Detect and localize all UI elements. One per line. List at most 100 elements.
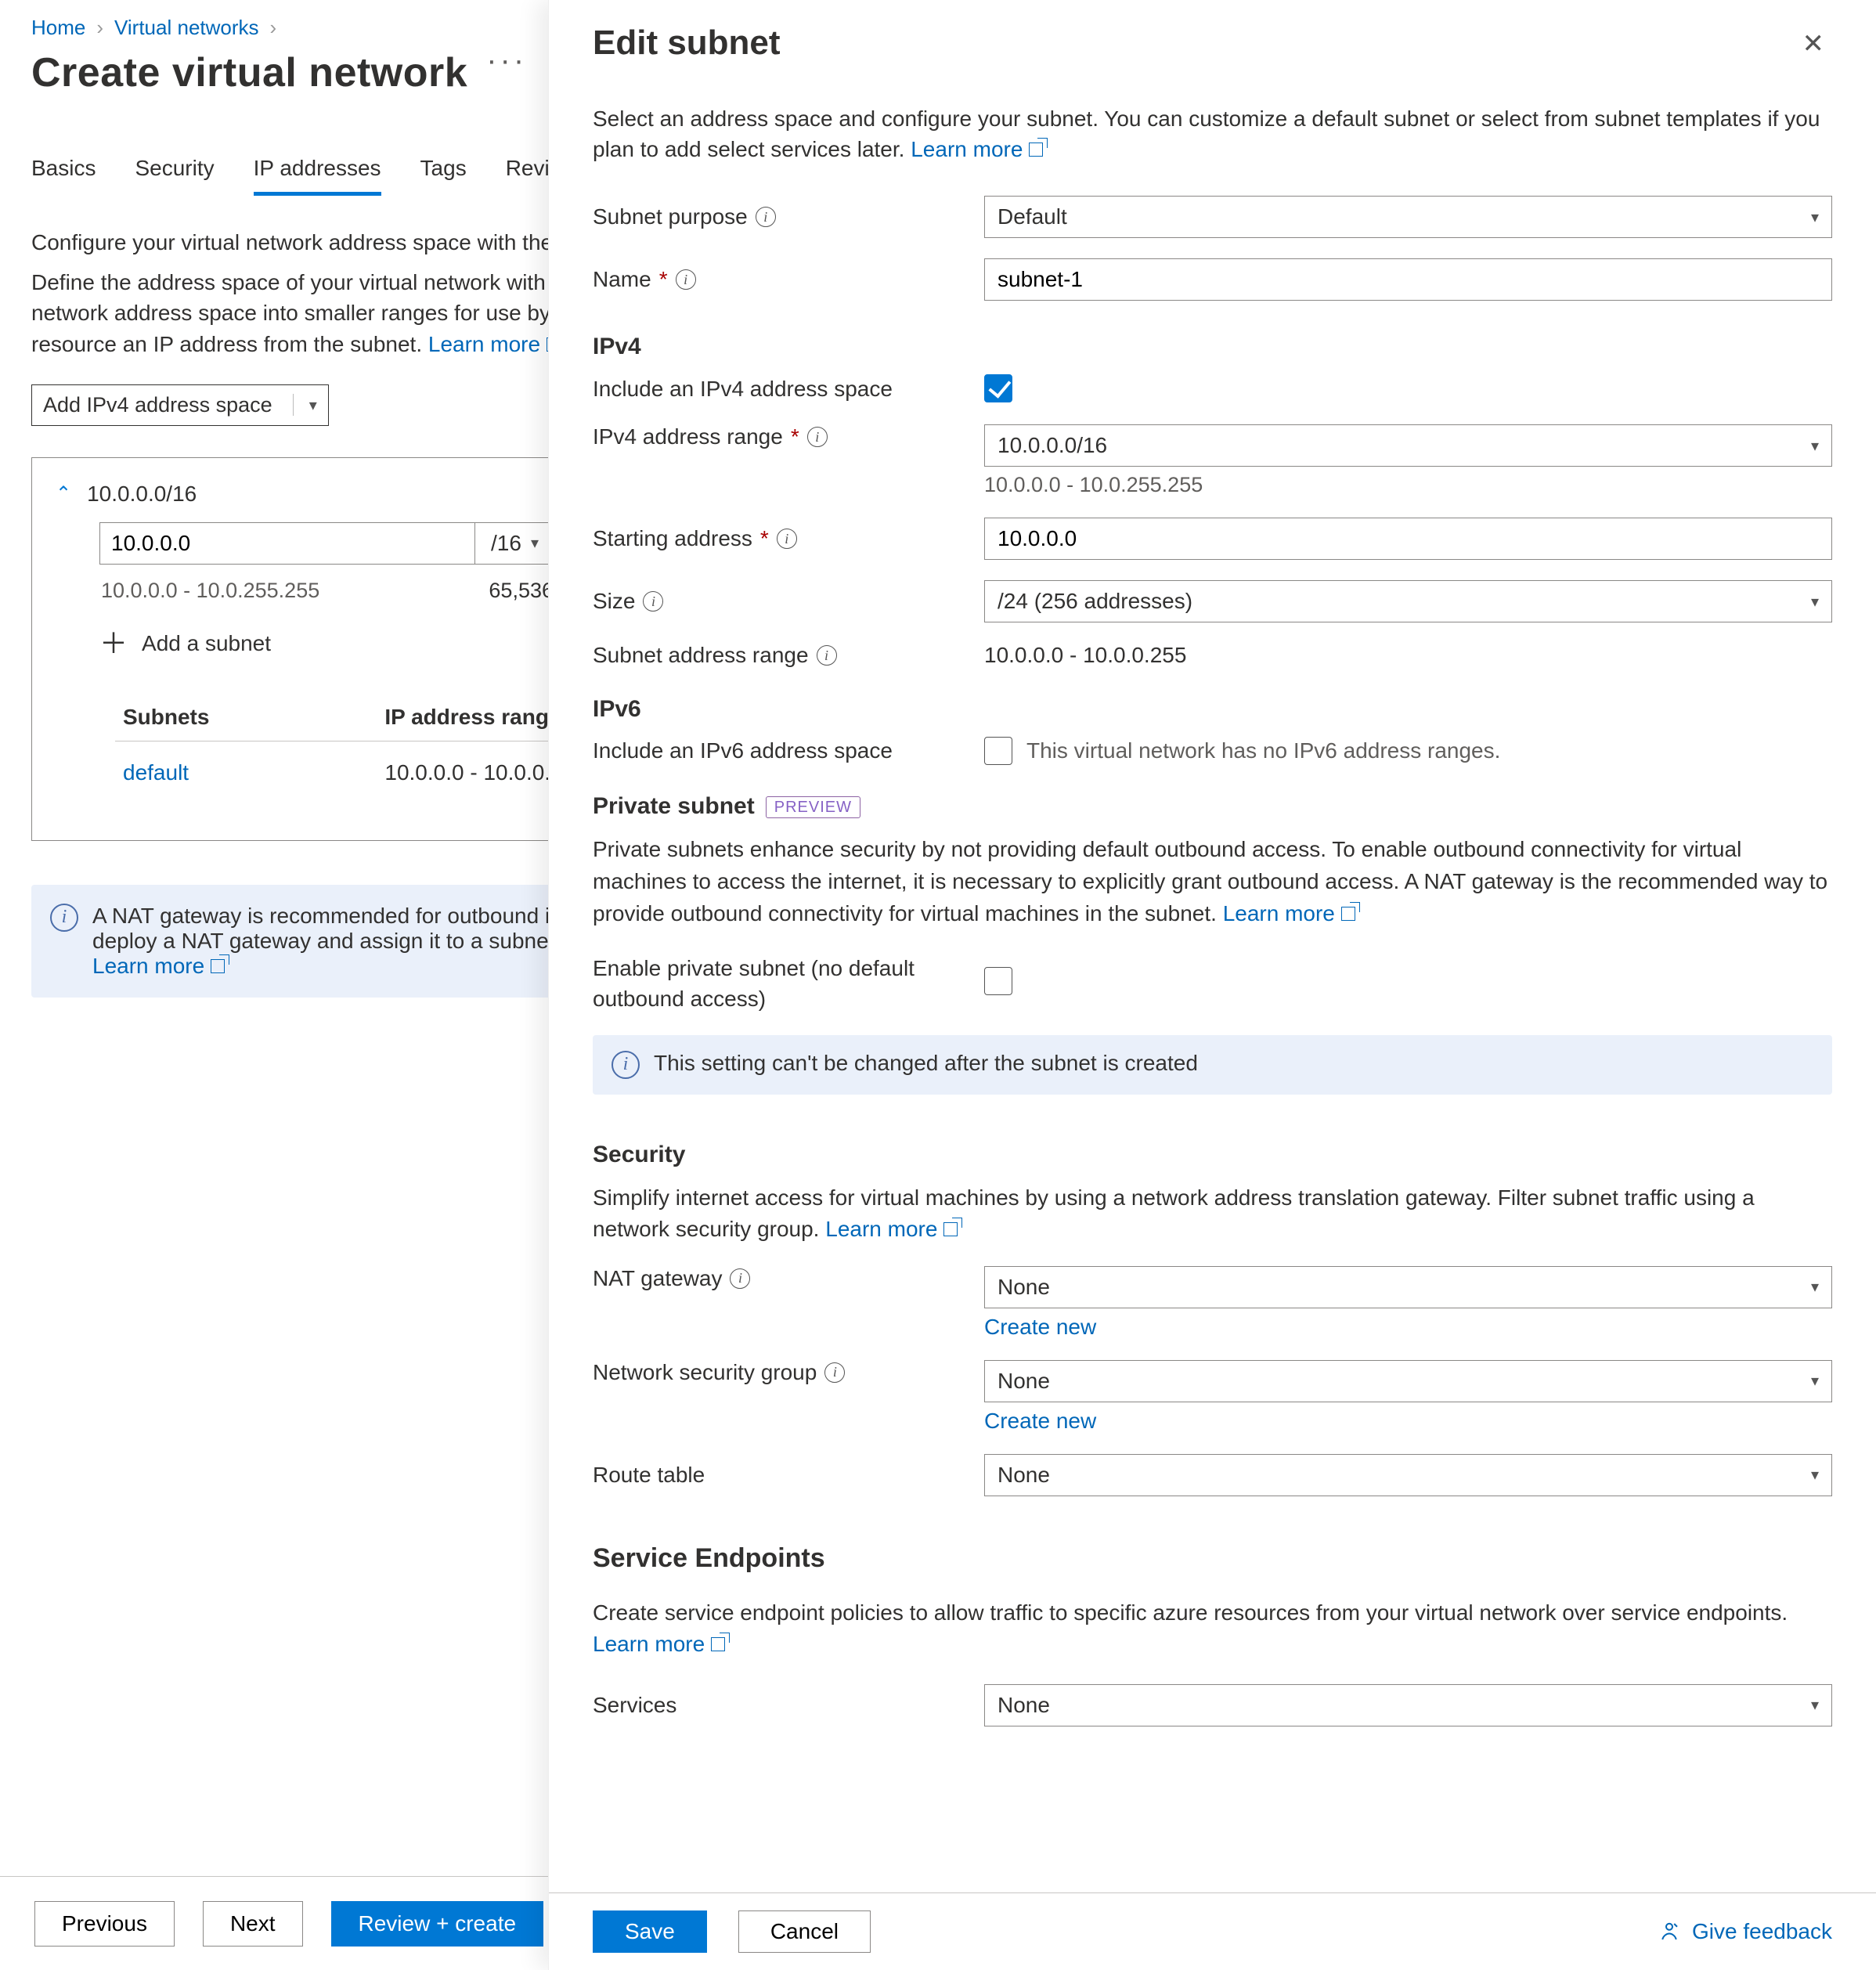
nsg-select[interactable]: None▾ [984,1360,1832,1402]
ipv6-hint: This virtual network has no IPv6 address… [1026,738,1500,763]
chevron-down-icon: ▾ [1811,436,1819,456]
feedback-icon [1658,1920,1681,1943]
private-subnet-heading: Private subnetPREVIEW [593,793,1832,820]
learn-more-link[interactable]: Learn more [92,954,228,978]
chevron-down-icon: ▾ [1811,1695,1819,1715]
add-ipv4-space-label: Add IPv4 address space [43,393,272,417]
prefix-value: /16 [491,531,521,556]
learn-more-link[interactable]: Learn more [428,332,564,356]
address-space-ip-input[interactable] [99,522,475,565]
name-input[interactable] [984,258,1832,301]
preview-badge: PREVIEW [766,796,860,818]
starting-address-label: Starting address [593,526,752,551]
info-icon[interactable]: i [817,645,837,666]
external-link-icon [211,956,228,973]
include-ipv4-label: Include an IPv4 address space [593,377,893,402]
cancel-button[interactable]: Cancel [738,1910,871,1953]
chevron-down-icon: ▾ [1811,1371,1819,1391]
more-icon[interactable]: ··· [486,54,527,87]
previous-button[interactable]: Previous [34,1901,175,1947]
learn-more-link[interactable]: Learn more [593,1632,728,1656]
info-icon[interactable]: i [756,207,776,227]
size-label: Size [593,589,635,614]
chevron-up-icon[interactable]: ⌃ [56,482,71,505]
learn-more-link[interactable]: Learn more [825,1217,961,1241]
include-ipv6-checkbox[interactable] [984,737,1012,765]
next-button[interactable]: Next [203,1901,303,1947]
give-feedback-link[interactable]: Give feedback [1658,1919,1832,1944]
info-icon[interactable]: i [643,591,663,612]
chevron-down-icon[interactable]: ▾ [309,395,317,415]
page-title: Create virtual network [31,49,467,96]
blade-footer: Save Cancel Give feedback [549,1892,1876,1970]
chevron-down-icon: ▾ [1811,207,1819,227]
learn-more-link[interactable]: Learn more [1223,901,1358,925]
size-select[interactable]: /24 (256 addresses)▾ [984,580,1832,622]
nat-create-new-link[interactable]: Create new [984,1315,1832,1340]
subnet-range-label: Subnet address range [593,643,809,668]
security-heading: Security [593,1142,1832,1168]
close-icon[interactable]: ✕ [1795,23,1833,64]
enable-private-checkbox[interactable] [984,967,1012,995]
ipv4-range-label: IPv4 address range [593,424,783,449]
nsg-label: Network security group [593,1360,817,1385]
info-icon[interactable]: i [824,1362,845,1383]
subnet-purpose-label: Subnet purpose [593,204,748,229]
service-endpoints-heading: Service Endpoints [593,1543,1832,1574]
ipv6-heading: IPv6 [593,696,1832,723]
info-icon[interactable]: i [730,1268,750,1289]
services-select[interactable]: None▾ [984,1684,1832,1726]
divider [293,394,294,416]
review-create-button[interactable]: Review + create [331,1901,544,1947]
chevron-down-icon: ▾ [1811,1277,1819,1297]
route-table-label: Route table [593,1463,705,1488]
include-ipv6-label: Include an IPv6 address space [593,738,893,763]
col-subnets: Subnets [115,694,377,741]
blade-title: Edit subnet [593,23,781,63]
ipv4-heading: IPv4 [593,334,1832,360]
subnet-default-link[interactable]: default [123,760,189,785]
info-icon: i [50,904,78,932]
starting-address-input[interactable] [984,518,1832,560]
address-space-range: 10.0.0.0 - 10.0.255.255 [101,579,319,603]
prefix-select[interactable]: /16 ▾ [475,522,555,565]
chevron-right-icon: › [96,16,103,40]
crumb-home[interactable]: Home [31,16,85,40]
enable-private-label: Enable private subnet (no default outbou… [593,953,984,1014]
services-label: Services [593,1693,676,1718]
blade-description: Select an address space and configure yo… [593,103,1832,164]
private-subnet-desc: Private subnets enhance security by not … [593,834,1832,929]
route-table-select[interactable]: None▾ [984,1454,1832,1496]
save-button[interactable]: Save [593,1910,707,1953]
edit-subnet-blade: Edit subnet ✕ Select an address space an… [548,0,1876,1970]
info-icon[interactable]: i [777,529,797,549]
add-ipv4-space-button[interactable]: Add IPv4 address space ▾ [31,384,329,426]
service-endpoints-desc: Create service endpoint policies to allo… [593,1597,1832,1661]
name-label: Name [593,267,651,292]
tab-tags[interactable]: Tags [420,156,467,196]
ipv4-range-select[interactable]: 10.0.0.0/16▾ [984,424,1832,467]
chevron-down-icon: ▾ [1811,1465,1819,1485]
private-info-banner: i This setting can't be changed after th… [593,1035,1832,1095]
subnet-purpose-select[interactable]: Default▾ [984,196,1832,238]
chevron-down-icon: ▾ [1811,592,1819,612]
tab-security[interactable]: Security [135,156,214,196]
tab-basics[interactable]: Basics [31,156,96,196]
include-ipv4-checkbox[interactable] [984,374,1012,402]
subnet-range-value: 10.0.0.0 - 10.0.0.255 [984,643,1186,667]
crumb-vnets[interactable]: Virtual networks [114,16,259,40]
info-icon[interactable]: i [807,427,828,447]
learn-more-link[interactable]: Learn more [911,137,1046,161]
info-icon[interactable]: i [676,269,696,290]
nat-gateway-select[interactable]: None▾ [984,1266,1832,1308]
address-space-cidr: 10.0.0.0/16 [87,482,197,507]
tab-ip-addresses[interactable]: IP addresses [254,156,381,196]
external-link-icon [711,1634,728,1651]
nsg-create-new-link[interactable]: Create new [984,1409,1832,1434]
external-link-icon [943,1219,961,1236]
chevron-right-icon: › [270,16,277,40]
private-info-text: This setting can't be changed after the … [654,1051,1198,1079]
address-count: 65,536 [489,579,554,603]
info-icon: i [612,1051,640,1079]
nat-gateway-label: NAT gateway [593,1266,722,1291]
